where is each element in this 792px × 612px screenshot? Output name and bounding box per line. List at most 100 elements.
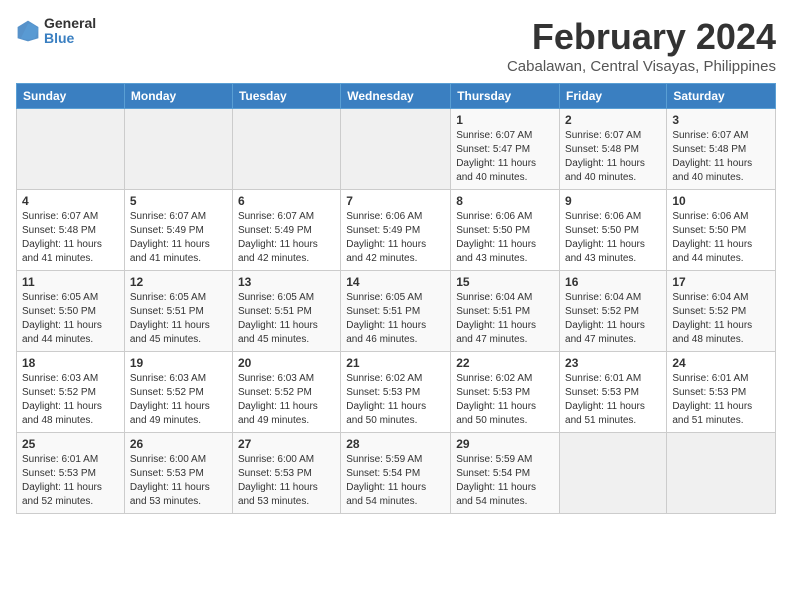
calendar-cell	[17, 109, 125, 190]
month-title: February 2024	[507, 16, 776, 58]
weekday-header: Sunday	[17, 84, 125, 109]
day-number: 5	[130, 194, 227, 208]
calendar-cell	[124, 109, 232, 190]
logo: General Blue	[16, 16, 96, 47]
calendar-cell	[560, 433, 667, 514]
calendar-cell: 16 Sunrise: 6:04 AM Sunset: 5:52 PM Dayli…	[560, 271, 667, 352]
calendar-cell: 21 Sunrise: 6:02 AM Sunset: 5:53 PM Dayli…	[341, 352, 451, 433]
day-info: Sunrise: 6:01 AM Sunset: 5:53 PM Dayligh…	[565, 372, 661, 428]
calendar-cell: 2Sunrise: 6:07 AM Sunset: 5:48 PM Daylig…	[560, 109, 667, 190]
calendar-cell: 10 Sunrise: 6:06 AM Sunset: 5:50 PM Dayli…	[667, 190, 776, 271]
weekday-header: Friday	[560, 84, 667, 109]
logo-general-text: General	[44, 16, 96, 31]
logo-icon	[16, 19, 40, 43]
day-info: Sunrise: 6:05 AM Sunset: 5:50 PM Dayligh…	[22, 291, 119, 347]
day-info: Sunrise: 6:06 AM Sunset: 5:50 PM Dayligh…	[672, 210, 770, 266]
day-info: Sunrise: 6:05 AM Sunset: 5:51 PM Dayligh…	[346, 291, 445, 347]
calendar-cell: 14 Sunrise: 6:05 AM Sunset: 5:51 PM Dayli…	[341, 271, 451, 352]
calendar-cell: 20 Sunrise: 6:03 AM Sunset: 5:52 PM Dayli…	[232, 352, 340, 433]
day-info: Sunrise: 6:07 AM Sunset: 5:48 PM Dayligh…	[22, 210, 119, 266]
day-info: Sunrise: 6:04 AM Sunset: 5:52 PM Dayligh…	[672, 291, 770, 347]
day-number: 16	[565, 275, 661, 289]
day-number: 10	[672, 194, 770, 208]
calendar-cell: 24Sunrise: 6:01 AM Sunset: 5:53 PM Dayli…	[667, 352, 776, 433]
day-number: 4	[22, 194, 119, 208]
day-info: Sunrise: 6:00 AM Sunset: 5:53 PM Dayligh…	[238, 453, 335, 509]
day-info: Sunrise: 6:00 AM Sunset: 5:53 PM Dayligh…	[130, 453, 227, 509]
day-number: 6	[238, 194, 335, 208]
day-info: Sunrise: 6:02 AM Sunset: 5:53 PM Dayligh…	[346, 372, 445, 428]
calendar-week-row: 1Sunrise: 6:07 AM Sunset: 5:47 PM Daylig…	[17, 109, 776, 190]
calendar-cell: 27Sunrise: 6:00 AM Sunset: 5:53 PM Dayli…	[232, 433, 340, 514]
calendar-cell: 12 Sunrise: 6:05 AM Sunset: 5:51 PM Dayli…	[124, 271, 232, 352]
day-info: Sunrise: 6:04 AM Sunset: 5:52 PM Dayligh…	[565, 291, 661, 347]
day-number: 8	[456, 194, 554, 208]
calendar-header-row: SundayMondayTuesdayWednesdayThursdayFrid…	[17, 84, 776, 109]
title-section: February 2024 Cabalawan, Central Visayas…	[507, 16, 776, 75]
calendar-cell: 29 Sunrise: 5:59 AM Sunset: 5:54 PM Dayli…	[451, 433, 560, 514]
calendar-cell: 26 Sunrise: 6:00 AM Sunset: 5:53 PM Dayli…	[124, 433, 232, 514]
calendar-week-row: 11 Sunrise: 6:05 AM Sunset: 5:50 PM Dayli…	[17, 271, 776, 352]
day-info: Sunrise: 6:07 AM Sunset: 5:47 PM Dayligh…	[456, 129, 554, 185]
day-info: Sunrise: 6:03 AM Sunset: 5:52 PM Dayligh…	[130, 372, 227, 428]
day-number: 21	[346, 356, 445, 370]
calendar-cell: 23Sunrise: 6:01 AM Sunset: 5:53 PM Dayli…	[560, 352, 667, 433]
day-info: Sunrise: 6:07 AM Sunset: 5:48 PM Dayligh…	[565, 129, 661, 185]
calendar-cell: 8 Sunrise: 6:06 AM Sunset: 5:50 PM Daylig…	[451, 190, 560, 271]
day-number: 26	[130, 437, 227, 451]
day-info: Sunrise: 6:05 AM Sunset: 5:51 PM Dayligh…	[130, 291, 227, 347]
day-number: 19	[130, 356, 227, 370]
day-number: 14	[346, 275, 445, 289]
location-title: Cabalawan, Central Visayas, Philippines	[507, 58, 776, 75]
logo-blue-text: Blue	[44, 31, 96, 46]
day-number: 15	[456, 275, 554, 289]
day-number: 12	[130, 275, 227, 289]
day-info: Sunrise: 6:06 AM Sunset: 5:50 PM Dayligh…	[565, 210, 661, 266]
day-info: Sunrise: 5:59 AM Sunset: 5:54 PM Dayligh…	[346, 453, 445, 509]
day-number: 29	[456, 437, 554, 451]
day-number: 11	[22, 275, 119, 289]
calendar-cell: 22Sunrise: 6:02 AM Sunset: 5:53 PM Dayli…	[451, 352, 560, 433]
calendar-cell: 17 Sunrise: 6:04 AM Sunset: 5:52 PM Dayli…	[667, 271, 776, 352]
day-info: Sunrise: 6:01 AM Sunset: 5:53 PM Dayligh…	[22, 453, 119, 509]
calendar-cell: 4 Sunrise: 6:07 AM Sunset: 5:48 PM Daylig…	[17, 190, 125, 271]
day-info: Sunrise: 6:04 AM Sunset: 5:51 PM Dayligh…	[456, 291, 554, 347]
day-number: 28	[346, 437, 445, 451]
day-number: 9	[565, 194, 661, 208]
calendar-week-row: 4 Sunrise: 6:07 AM Sunset: 5:48 PM Daylig…	[17, 190, 776, 271]
day-info: Sunrise: 6:05 AM Sunset: 5:51 PM Dayligh…	[238, 291, 335, 347]
day-number: 17	[672, 275, 770, 289]
calendar-cell: 28 Sunrise: 5:59 AM Sunset: 5:54 PM Dayli…	[341, 433, 451, 514]
weekday-header: Thursday	[451, 84, 560, 109]
calendar-week-row: 18 Sunrise: 6:03 AM Sunset: 5:52 PM Dayli…	[17, 352, 776, 433]
weekday-header: Saturday	[667, 84, 776, 109]
day-info: Sunrise: 6:07 AM Sunset: 5:48 PM Dayligh…	[672, 129, 770, 185]
calendar-cell: 5Sunrise: 6:07 AM Sunset: 5:49 PM Daylig…	[124, 190, 232, 271]
day-info: Sunrise: 6:01 AM Sunset: 5:53 PM Dayligh…	[672, 372, 770, 428]
day-info: Sunrise: 6:06 AM Sunset: 5:50 PM Dayligh…	[456, 210, 554, 266]
weekday-header: Wednesday	[341, 84, 451, 109]
day-number: 13	[238, 275, 335, 289]
calendar-cell: 15 Sunrise: 6:04 AM Sunset: 5:51 PM Dayli…	[451, 271, 560, 352]
calendar-cell	[667, 433, 776, 514]
day-info: Sunrise: 6:03 AM Sunset: 5:52 PM Dayligh…	[238, 372, 335, 428]
calendar-cell: 18Sunrise: 6:03 AM Sunset: 5:52 PM Dayli…	[17, 352, 125, 433]
day-number: 7	[346, 194, 445, 208]
day-number: 3	[672, 113, 770, 127]
day-info: Sunrise: 5:59 AM Sunset: 5:54 PM Dayligh…	[456, 453, 554, 509]
calendar-cell: 9 Sunrise: 6:06 AM Sunset: 5:50 PM Daylig…	[560, 190, 667, 271]
calendar-cell: 7Sunrise: 6:06 AM Sunset: 5:49 PM Daylig…	[341, 190, 451, 271]
day-number: 25	[22, 437, 119, 451]
weekday-header: Tuesday	[232, 84, 340, 109]
weekday-header: Monday	[124, 84, 232, 109]
logo-text: General Blue	[44, 16, 96, 47]
day-info: Sunrise: 6:07 AM Sunset: 5:49 PM Dayligh…	[238, 210, 335, 266]
calendar-table: SundayMondayTuesdayWednesdayThursdayFrid…	[16, 83, 776, 514]
calendar-cell: 19 Sunrise: 6:03 AM Sunset: 5:52 PM Dayli…	[124, 352, 232, 433]
day-number: 20	[238, 356, 335, 370]
day-number: 18	[22, 356, 119, 370]
calendar-week-row: 25 Sunrise: 6:01 AM Sunset: 5:53 PM Dayli…	[17, 433, 776, 514]
calendar-cell: 11 Sunrise: 6:05 AM Sunset: 5:50 PM Dayli…	[17, 271, 125, 352]
day-number: 22	[456, 356, 554, 370]
calendar-cell: 3 Sunrise: 6:07 AM Sunset: 5:48 PM Daylig…	[667, 109, 776, 190]
